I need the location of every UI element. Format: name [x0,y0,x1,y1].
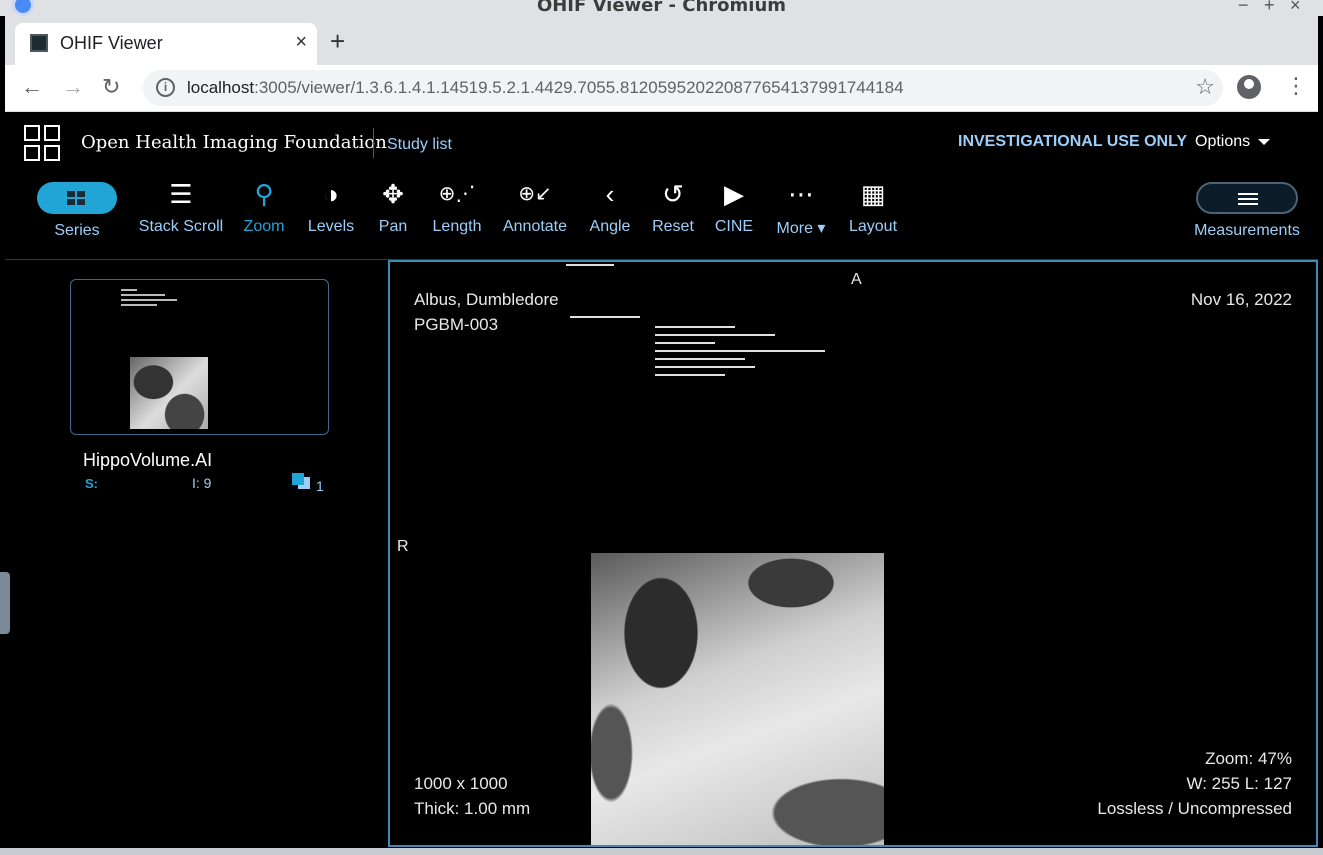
investigational-notice: INVESTIGATIONAL USE ONLY [958,133,1188,150]
header-divider [373,128,374,158]
burned-in-report [566,262,826,387]
ohif-app: Open Health Imaging Foundation Study lis… [0,112,1318,855]
ruler-icon: ⊕⋰ [438,183,476,205]
instance-count: I: 9 [192,475,212,491]
maximize-button[interactable]: + [1264,0,1275,16]
slice-thickness: Thick: 1.00 mm [414,799,531,818]
tab-title: OHIF Viewer [60,33,163,53]
forward-arrow-icon[interactable]: → [62,74,84,100]
new-tab-button[interactable]: + [330,28,345,54]
minimize-button[interactable]: − [1238,0,1249,16]
options-menu[interactable]: Options [1195,133,1271,151]
ohif-favicon-icon [30,34,48,52]
tool-label: Layout [848,218,898,235]
tool-label: Stack Scroll [138,218,224,235]
series-toggle-button[interactable] [37,182,117,214]
account-icon[interactable] [1237,75,1261,99]
ohif-logo-icon[interactable] [24,125,60,161]
zoom-level: Zoom: 47% [1205,749,1292,768]
image-dimensions: 1000 x 1000 [414,774,508,793]
thumbnail-image [130,357,208,429]
orientation-top: A [851,271,862,288]
study-date: Nov 16, 2022 [1190,290,1292,309]
series-description: HippoVolume.AI [83,450,213,470]
patient-name: Albus, Dumbledore [414,290,559,309]
browser-tab[interactable]: OHIF Viewer × [15,23,317,65]
window-close-button[interactable]: × [1290,0,1301,16]
series-number: S: [85,476,98,491]
url-text[interactable]: localhost:3005/viewer/1.3.6.1.4.1.14519.… [187,78,904,98]
series-thumbnail[interactable] [70,279,329,435]
windows-icon [67,191,85,205]
window-titlebar: OHIF Viewer - Chromium − + × [0,0,1323,16]
study-list-link[interactable]: Study list [387,136,452,154]
tool-bar: Series ☰ Stack Scroll ⚲ Zoom ◑ Levels ✥ … [5,174,1318,259]
browser-menu-icon[interactable]: ⋮ [1285,73,1307,99]
window-title: OHIF Viewer - Chromium [536,0,787,16]
panel-resize-handle[interactable] [0,572,10,634]
back-arrow-icon[interactable]: ← [21,74,43,100]
info-icon[interactable]: i [156,78,175,97]
app-header: Open Health Imaging Foundation Study lis… [5,112,1318,174]
browser-toolbar: ← → ↻ i localhost:3005/viewer/1.3.6.1.4.… [5,65,1318,112]
list-icon [1238,193,1258,205]
caret-down-icon [1258,138,1271,145]
tool-label: Length [432,218,482,235]
reload-icon[interactable]: ↻ [102,74,120,100]
bookmark-star-icon[interactable]: ☆ [1195,74,1215,100]
stack-count: 1 [316,478,324,494]
taskbar-strip [0,848,1323,855]
bars-icon: ☰ [169,179,193,209]
mri-image [591,553,884,845]
compression-info: Lossless / Uncompressed [1097,799,1292,818]
stack-icon [292,473,310,489]
tool-length[interactable]: ⊕⋰ Length [412,174,502,236]
orientation-left: R [397,538,409,555]
tab-strip: OHIF Viewer × + [5,16,1318,65]
series-panel: HippoVolume.AI S: I: 9 1 [0,260,388,855]
tool-stack-scroll[interactable]: ☰ Stack Scroll [136,174,226,236]
brand-name[interactable]: Open Health Imaging Foundation [81,132,387,153]
thumbnail-text [121,286,201,316]
image-viewport[interactable]: Albus, Dumbledore PGBM-003 Nov 16, 2022 … [388,260,1318,847]
tab-close-button[interactable]: × [295,31,307,54]
patient-id: PGBM-003 [414,315,499,334]
grid-icon: ▦ [860,179,886,209]
window-level: W: 255 L: 127 [1186,774,1292,793]
address-bar[interactable]: i localhost:3005/viewer/1.3.6.1.4.1.1451… [143,70,1223,106]
tool-layout[interactable]: ▦ Layout [828,174,918,236]
series-label: Series [54,222,100,239]
measurements-toggle-button[interactable] [1196,182,1298,214]
measurements-label: Measurements [1194,222,1300,239]
